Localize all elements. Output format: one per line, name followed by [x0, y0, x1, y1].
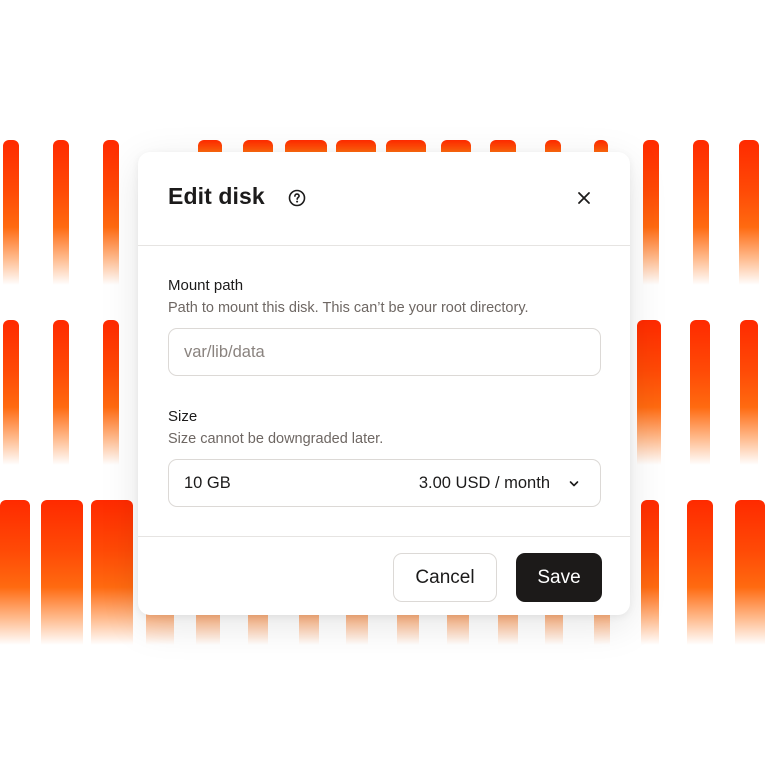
help-circle-icon[interactable]	[288, 189, 306, 207]
size-selected-value: 10 GB	[184, 474, 231, 492]
background-bar	[690, 320, 710, 465]
background-bar	[739, 140, 759, 285]
save-button[interactable]: Save	[516, 553, 602, 602]
mount-path-label: Mount path	[168, 277, 244, 294]
background-bar	[3, 320, 19, 465]
background-bar	[641, 500, 659, 645]
background-bar	[103, 140, 119, 285]
background-bar	[3, 140, 19, 285]
dialog-title: Edit disk	[168, 183, 265, 209]
background-bar	[687, 500, 713, 645]
background-bar	[740, 320, 758, 465]
background-bar	[637, 320, 661, 465]
edit-disk-dialog: Edit disk Mount path Path to mount this …	[138, 152, 630, 615]
size-help-text: Size cannot be downgraded later.	[168, 431, 384, 447]
dialog-header: Edit disk	[138, 152, 630, 246]
background-bar	[643, 140, 659, 285]
cancel-button[interactable]: Cancel	[393, 553, 497, 602]
size-price: 3.00 USD / month	[418, 474, 550, 492]
background-bar	[53, 140, 69, 285]
background-bar	[41, 500, 83, 645]
dialog-footer: Cancel Save	[138, 536, 630, 616]
mount-path-input[interactable]: var/lib/data	[168, 328, 601, 376]
close-icon[interactable]	[576, 190, 592, 206]
chevron-down-icon	[569, 481, 579, 487]
size-label: Size	[168, 408, 198, 425]
mount-path-placeholder: var/lib/data	[184, 343, 265, 361]
background-bar	[91, 500, 133, 645]
background-bar	[0, 500, 30, 645]
size-select[interactable]: 10 GB 3.00 USD / month	[168, 459, 601, 507]
background-bar	[53, 320, 69, 465]
background-bar	[693, 140, 709, 285]
mount-path-help-text: Path to mount this disk. This can’t be y…	[168, 300, 529, 316]
background-bar	[103, 320, 119, 465]
background-bar	[735, 500, 765, 645]
